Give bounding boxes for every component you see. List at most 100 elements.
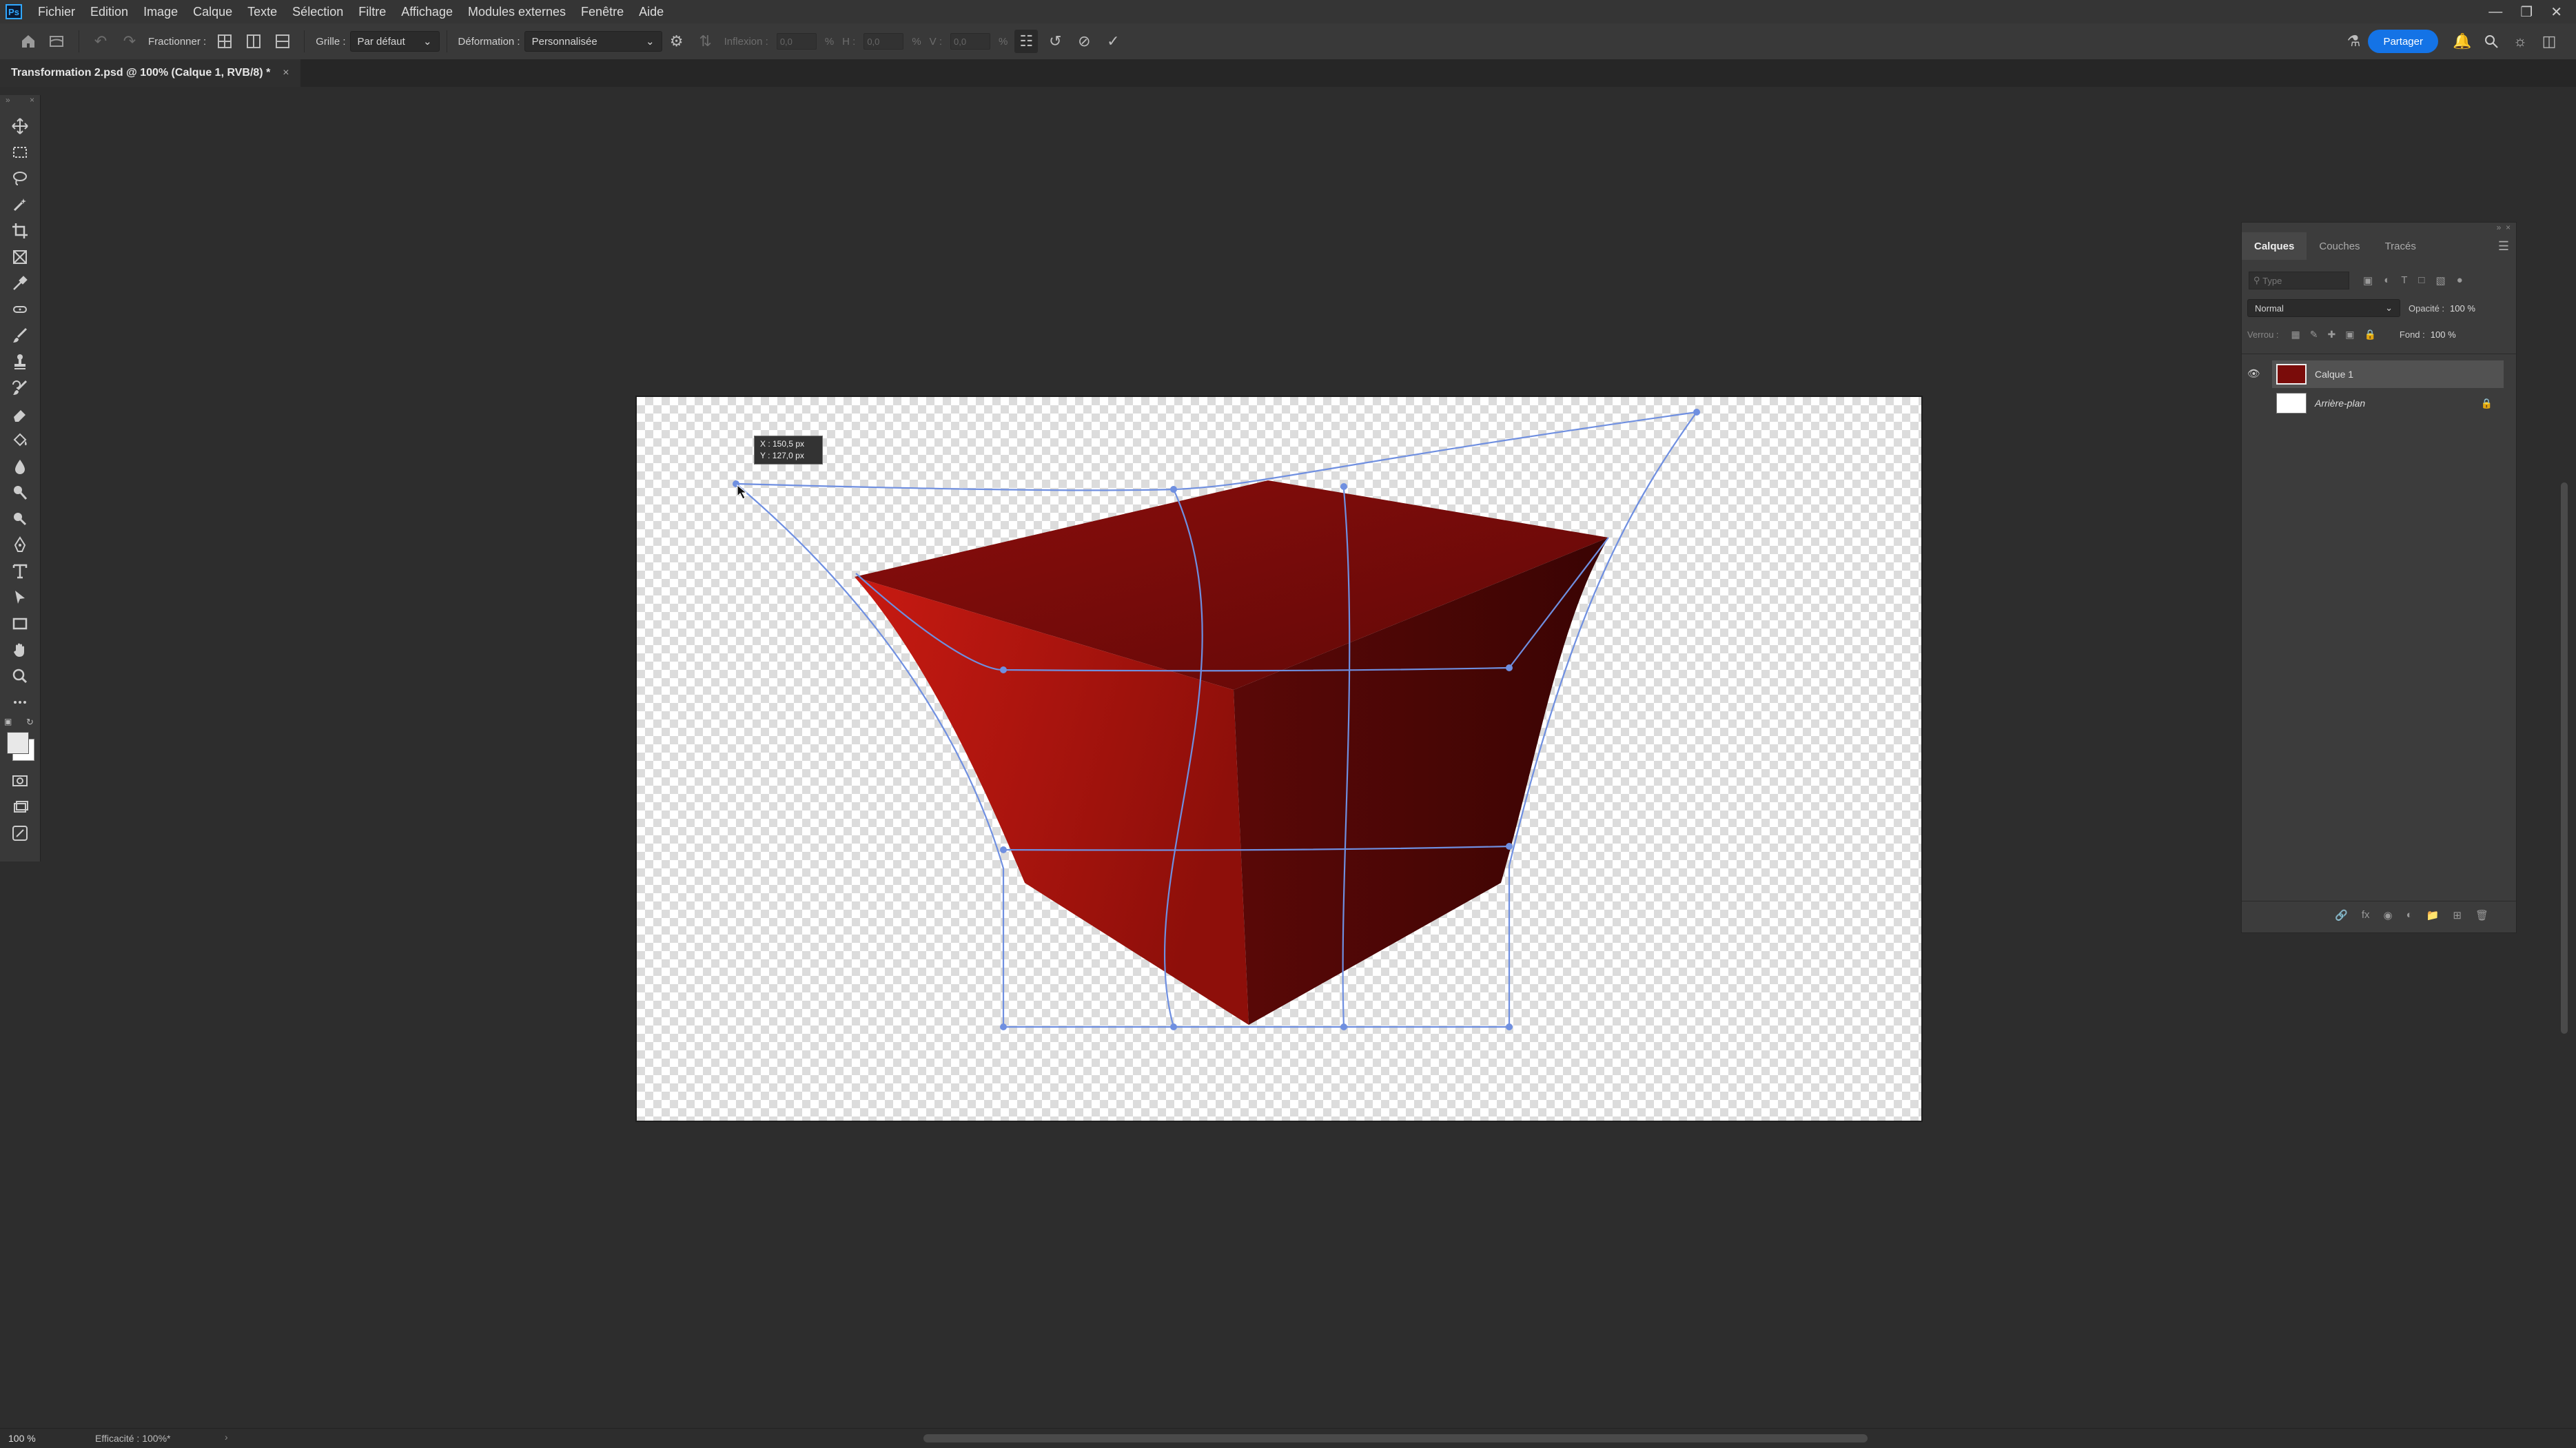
chevron-right-icon[interactable]: › [225,1431,228,1442]
filter-shape-icon[interactable]: □ [2418,274,2424,287]
undo-arrow-icon[interactable]: ↶ [89,30,112,53]
filter-smart-object-icon[interactable]: ▧ [2435,274,2445,287]
share-button[interactable]: Partager [2368,30,2438,53]
menu-calque[interactable]: Calque [185,5,240,19]
puppet-warp-toggle-icon[interactable]: ☷ [1014,30,1039,53]
dodge-tool-icon[interactable] [0,480,40,506]
lock-pixels-icon[interactable]: ✎ [2310,329,2318,340]
frame-tool-icon[interactable] [0,244,40,270]
menu-edition[interactable]: Edition [83,5,136,19]
adjustment-layer-icon[interactable]: ◐ [2406,909,2413,921]
lock-artboard-icon[interactable]: ▣ [2345,329,2354,340]
close-tab-icon[interactable]: × [283,67,289,79]
vertical-scrollbar-thumb[interactable] [2561,482,2568,1034]
zoom-tool-icon[interactable] [0,663,40,689]
object-selection-tool-icon[interactable] [0,192,40,218]
marquee-tool-icon[interactable] [0,139,40,165]
beaker-icon[interactable]: ⚗ [2342,30,2365,53]
close-window-icon[interactable]: ✕ [2551,3,2562,21]
zoom-lens-tool-icon[interactable] [0,506,40,532]
menu-affichage[interactable]: Affichage [393,5,460,19]
more-tools-icon[interactable] [0,689,40,715]
tab-couches[interactable]: Couches [2307,232,2372,260]
redo-arrow-icon[interactable]: ↷ [118,30,141,53]
blur-tool-icon[interactable] [0,453,40,480]
lock-transparency-icon[interactable]: ▦ [2291,329,2300,340]
link-layers-icon[interactable]: 🔗 [2335,909,2348,921]
menu-aide[interactable]: Aide [631,5,671,19]
collapse-panel-icon[interactable]: » [2497,223,2502,232]
gear-icon[interactable]: ⚙ [665,30,688,53]
zoom-level[interactable]: 100 % [8,1433,36,1444]
warp-artwork[interactable] [635,396,1923,1122]
horizontal-scrollbar-thumb[interactable] [923,1434,1868,1442]
pen-tool-icon[interactable] [0,532,40,558]
reset-warp-icon[interactable]: ↺ [1043,30,1067,53]
layer-row-calque-1[interactable]: Calque 1 [2272,360,2504,388]
lock-all-icon[interactable]: 🔒 [2364,329,2375,340]
bell-icon[interactable]: 🔔 [2451,30,2474,53]
photoshop-logo[interactable]: Ps [6,4,22,19]
efficiency-readout[interactable]: Efficacité : 100%* [95,1433,170,1444]
rectangle-tool-icon[interactable] [0,611,40,637]
layer-filter-input[interactable]: ⚲ Type [2249,272,2349,289]
close-panel-icon[interactable]: × [30,95,34,113]
panel-menu-icon[interactable]: ☰ [2498,239,2516,254]
brush-tool-icon[interactable] [0,323,40,349]
menu-fenetre[interactable]: Fenêtre [573,5,631,19]
menu-modules-externes[interactable]: Modules externes [460,5,573,19]
search-icon[interactable] [2480,30,2503,53]
move-tool-icon[interactable] [0,113,40,139]
warp-tool-preset-icon[interactable] [45,30,69,53]
filter-type-icon[interactable]: T [2401,274,2407,287]
split-horizontal-icon[interactable] [271,30,294,53]
eyedropper-tool-icon[interactable] [0,270,40,296]
cancel-transform-icon[interactable]: ⊘ [1072,30,1096,53]
menu-filtre[interactable]: Filtre [351,5,393,19]
collapse-panel-icon[interactable]: » [6,95,10,113]
add-mask-icon[interactable]: ◉ [2384,909,2393,921]
h-input[interactable]: 0,0 [863,33,904,50]
menu-selection[interactable]: Sélection [285,5,351,19]
discover-lightbulb-icon[interactable]: ☼ [2508,30,2532,53]
swap-colors-icon[interactable]: ↻ [26,717,34,728]
split-cross-icon[interactable] [213,30,236,53]
blend-mode-select[interactable]: Normal ⌄ [2247,299,2400,317]
inflexion-input[interactable]: 0,0 [776,33,817,50]
edit-toolbar-icon[interactable] [0,820,40,846]
deformation-select[interactable]: Personnalisée ⌄ [524,31,662,52]
healing-brush-tool-icon[interactable] [0,296,40,323]
new-layer-icon[interactable]: ⊞ [2453,909,2462,921]
eye-visibility-icon[interactable]: 👁 [2247,367,2260,380]
clone-stamp-tool-icon[interactable] [0,349,40,375]
workspace-icon[interactable]: ◫ [2537,30,2561,53]
tab-traces[interactable]: Tracés [2373,232,2429,260]
commit-checkmark-icon[interactable]: ✓ [1101,30,1125,53]
foreground-color-swatch[interactable] [7,732,29,754]
split-vertical-icon[interactable] [242,30,265,53]
fill-value[interactable]: 100 % [2431,329,2456,340]
menu-image[interactable]: Image [136,5,185,19]
vertical-scrollbar[interactable] [2559,90,2569,1427]
menu-fichier[interactable]: Fichier [30,5,83,19]
delete-layer-trash-icon[interactable]: 🗑 [2475,909,2488,921]
restore-icon[interactable]: ❐ [2520,3,2533,21]
paint-bucket-tool-icon[interactable] [0,427,40,453]
hand-tool-icon[interactable] [0,637,40,663]
new-group-folder-icon[interactable]: 📁 [2426,909,2440,921]
history-brush-tool-icon[interactable] [0,375,40,401]
lasso-tool-icon[interactable] [0,165,40,192]
v-input[interactable]: 0,0 [950,33,991,50]
lock-position-icon[interactable]: ✚ [2328,329,2336,340]
minimize-icon[interactable]: — [2488,4,2502,20]
document-tab[interactable]: Transformation 2.psd @ 100% (Calque 1, R… [0,59,300,87]
home-icon[interactable] [17,30,40,53]
crop-tool-icon[interactable] [0,218,40,244]
close-panel-icon[interactable]: × [2506,223,2511,232]
layer-row-arriere-plan[interactable]: Arrière-plan 🔒 [2272,389,2504,417]
opacity-value[interactable]: 100 % [2450,303,2475,314]
quick-mask-icon[interactable] [0,768,40,794]
filter-toggle-icon[interactable]: ● [2457,274,2463,287]
path-selection-tool-icon[interactable] [0,584,40,611]
menu-texte[interactable]: Texte [240,5,285,19]
